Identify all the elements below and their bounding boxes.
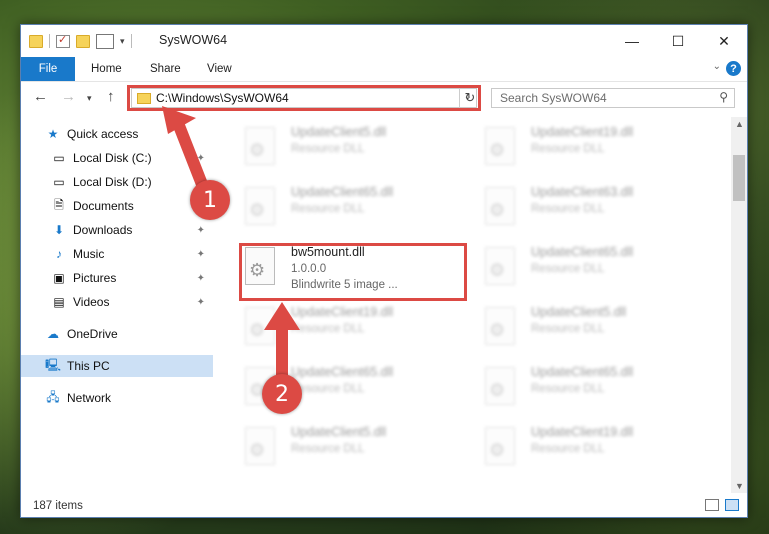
annotation-arrows bbox=[162, 106, 300, 381]
arrow-step-1 bbox=[162, 106, 211, 198]
arrow-step-2 bbox=[264, 302, 300, 381]
step-2-badge: 2 bbox=[262, 374, 302, 414]
step-1-badge: 1 bbox=[190, 180, 230, 220]
